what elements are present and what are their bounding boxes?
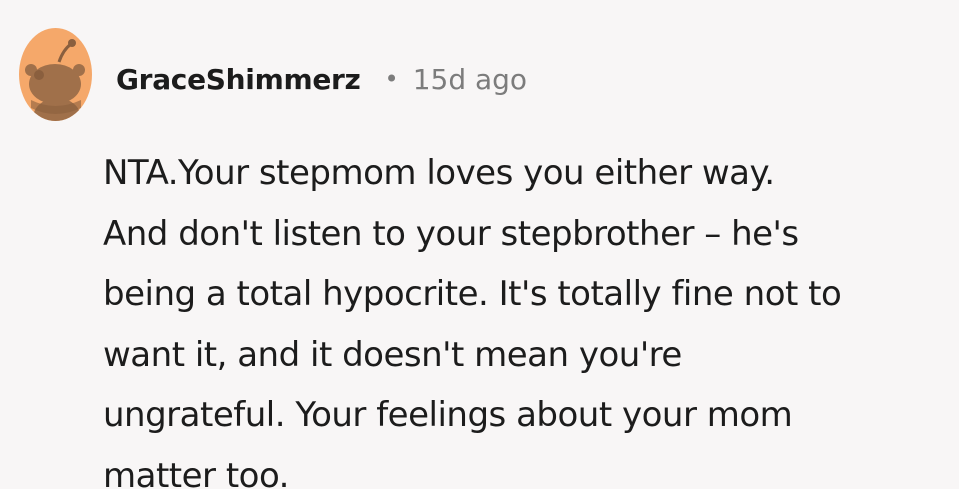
comment-text-line: NTA.Your stepmom loves you either way.	[103, 153, 775, 193]
snoo-avatar-icon	[19, 28, 92, 121]
comment-text-line: matter too.	[103, 455, 289, 489]
timestamp[interactable]: 15d ago	[413, 63, 527, 96]
comment-header: GraceShimmerz • 15d ago	[116, 54, 527, 104]
comment-text-line: ungrateful. Your feelings about your mom	[103, 395, 793, 435]
comment-body: NTA.Your stepmom loves you either way. A…	[103, 143, 943, 489]
username-link[interactable]: GraceShimmerz	[116, 63, 361, 96]
comment-text-line: want it, and it doesn't mean you're	[103, 334, 682, 375]
separator-dot: •	[384, 65, 399, 93]
comment-text-line: And don't listen to your stepbrother – h…	[103, 213, 799, 254]
comment-text-line: being a total hypocrite. It's totally fi…	[103, 274, 842, 314]
user-avatar[interactable]	[19, 28, 92, 121]
